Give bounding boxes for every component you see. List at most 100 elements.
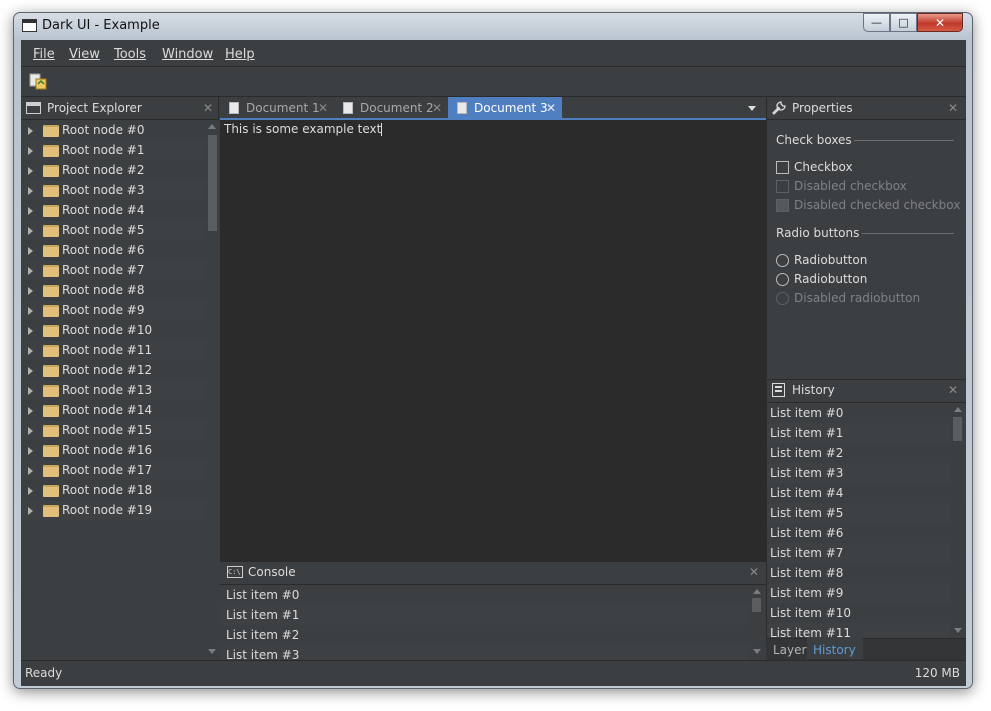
close-icon[interactable]: ✕: [948, 383, 958, 397]
list-item[interactable]: List item #0: [767, 403, 950, 423]
close-icon[interactable]: ✕: [546, 101, 556, 115]
scroll-down-icon[interactable]: [753, 649, 761, 654]
tree-node-label: Root node #1: [62, 143, 145, 157]
history-icon: [772, 383, 785, 397]
list-item[interactable]: List item #11: [767, 623, 950, 638]
list-item[interactable]: List item #1: [221, 605, 749, 625]
tree-node[interactable]: Root node #11: [22, 341, 205, 360]
expand-arrow-icon[interactable]: [28, 187, 33, 195]
tree-node[interactable]: Root node #2: [22, 161, 205, 180]
dropdown-arrow-icon[interactable]: [748, 106, 756, 111]
close-icon[interactable]: ✕: [749, 565, 759, 579]
scroll-thumb[interactable]: [953, 417, 962, 441]
list-item[interactable]: List item #8: [767, 563, 950, 583]
tree-node[interactable]: Root node #6: [22, 241, 205, 260]
list-item[interactable]: List item #6: [767, 523, 950, 543]
menu-window[interactable]: Window: [162, 47, 213, 62]
close-icon[interactable]: ✕: [203, 101, 213, 115]
tree-node[interactable]: Root node #19: [22, 501, 205, 520]
tab-document-3[interactable]: Document 3 ✕: [448, 97, 562, 120]
list-item[interactable]: List item #7: [767, 543, 950, 563]
expand-arrow-icon[interactable]: [28, 387, 33, 395]
close-icon[interactable]: ✕: [318, 101, 328, 115]
document-icon: [343, 102, 353, 114]
tree-node[interactable]: Root node #9: [22, 301, 205, 320]
folder-icon: [43, 125, 59, 137]
expand-arrow-icon[interactable]: [28, 147, 33, 155]
tree-node[interactable]: Root node #15: [22, 421, 205, 440]
expand-arrow-icon[interactable]: [28, 267, 33, 275]
list-item[interactable]: List item #2: [221, 625, 749, 645]
list-item[interactable]: List item #1: [767, 423, 950, 443]
tree-node[interactable]: Root node #4: [22, 201, 205, 220]
radiobutton[interactable]: [776, 273, 789, 286]
scroll-up-icon[interactable]: [753, 589, 761, 594]
menu-tools[interactable]: Tools: [114, 47, 146, 62]
editor-text[interactable]: This is some example text: [224, 122, 383, 136]
text-cursor: [381, 123, 383, 136]
expand-arrow-icon[interactable]: [28, 167, 33, 175]
scroll-thumb[interactable]: [752, 598, 761, 612]
tree-node[interactable]: Root node #7: [22, 261, 205, 280]
console-scrollbar[interactable]: [750, 585, 764, 659]
expand-arrow-icon[interactable]: [28, 507, 33, 515]
minimize-button[interactable]: —: [863, 13, 890, 32]
menu-file[interactable]: File: [33, 47, 55, 62]
scroll-up-icon[interactable]: [208, 124, 216, 129]
tree-node[interactable]: Root node #17: [22, 461, 205, 480]
tree-node[interactable]: Root node #10: [22, 321, 205, 340]
folder-icon: [43, 305, 59, 317]
tree-node[interactable]: Root node #8: [22, 281, 205, 300]
list-item[interactable]: List item #2: [767, 443, 950, 463]
checkbox[interactable]: [776, 161, 789, 174]
tree-node[interactable]: Root node #5: [22, 221, 205, 240]
close-icon[interactable]: ✕: [948, 101, 958, 115]
folder-icon: [43, 485, 59, 497]
expand-arrow-icon[interactable]: [28, 287, 33, 295]
tree-node[interactable]: Root node #16: [22, 441, 205, 460]
list-item[interactable]: List item #10: [767, 603, 950, 623]
disabled-radiobutton: [776, 292, 789, 305]
menu-help[interactable]: Help: [225, 47, 255, 62]
expand-arrow-icon[interactable]: [28, 207, 33, 215]
maximize-button[interactable]: □: [890, 13, 917, 32]
tree-node[interactable]: Root node #0: [22, 121, 205, 140]
expand-arrow-icon[interactable]: [28, 307, 33, 315]
list-item[interactable]: List item #4: [767, 483, 950, 503]
text-editor[interactable]: [220, 120, 766, 561]
tree-node[interactable]: Root node #12: [22, 361, 205, 380]
expand-arrow-icon[interactable]: [28, 227, 33, 235]
scroll-down-icon[interactable]: [208, 649, 216, 654]
scroll-up-icon[interactable]: [954, 407, 962, 412]
menu-view[interactable]: View: [69, 47, 100, 62]
scroll-thumb[interactable]: [208, 135, 217, 231]
expand-arrow-icon[interactable]: [28, 247, 33, 255]
expand-arrow-icon[interactable]: [28, 467, 33, 475]
close-window-button[interactable]: ✕: [917, 13, 963, 32]
tab-document-2[interactable]: Document 2 ✕: [334, 97, 448, 120]
tree-node[interactable]: Root node #3: [22, 181, 205, 200]
scroll-down-icon[interactable]: [954, 628, 962, 633]
expand-arrow-icon[interactable]: [28, 407, 33, 415]
list-item[interactable]: List item #5: [767, 503, 950, 523]
expand-arrow-icon[interactable]: [28, 127, 33, 135]
expand-arrow-icon[interactable]: [28, 347, 33, 355]
list-item[interactable]: List item #9: [767, 583, 950, 603]
tree-node[interactable]: Root node #1: [22, 141, 205, 160]
tree-node[interactable]: Root node #14: [22, 401, 205, 420]
tab-document-1[interactable]: Document 1 ✕: [220, 97, 334, 120]
tab-history[interactable]: History: [807, 638, 863, 659]
radiobutton[interactable]: [776, 254, 789, 267]
expand-arrow-icon[interactable]: [28, 327, 33, 335]
tree-node[interactable]: Root node #18: [22, 481, 205, 500]
toolbar-refresh-button[interactable]: [28, 72, 48, 92]
close-icon[interactable]: ✕: [432, 101, 442, 115]
expand-arrow-icon[interactable]: [28, 367, 33, 375]
list-item[interactable]: List item #0: [221, 585, 749, 605]
list-item[interactable]: List item #3: [767, 463, 950, 483]
expand-arrow-icon[interactable]: [28, 427, 33, 435]
tree-node-label: Root node #13: [62, 383, 153, 397]
expand-arrow-icon[interactable]: [28, 447, 33, 455]
expand-arrow-icon[interactable]: [28, 487, 33, 495]
tree-node[interactable]: Root node #13: [22, 381, 205, 400]
